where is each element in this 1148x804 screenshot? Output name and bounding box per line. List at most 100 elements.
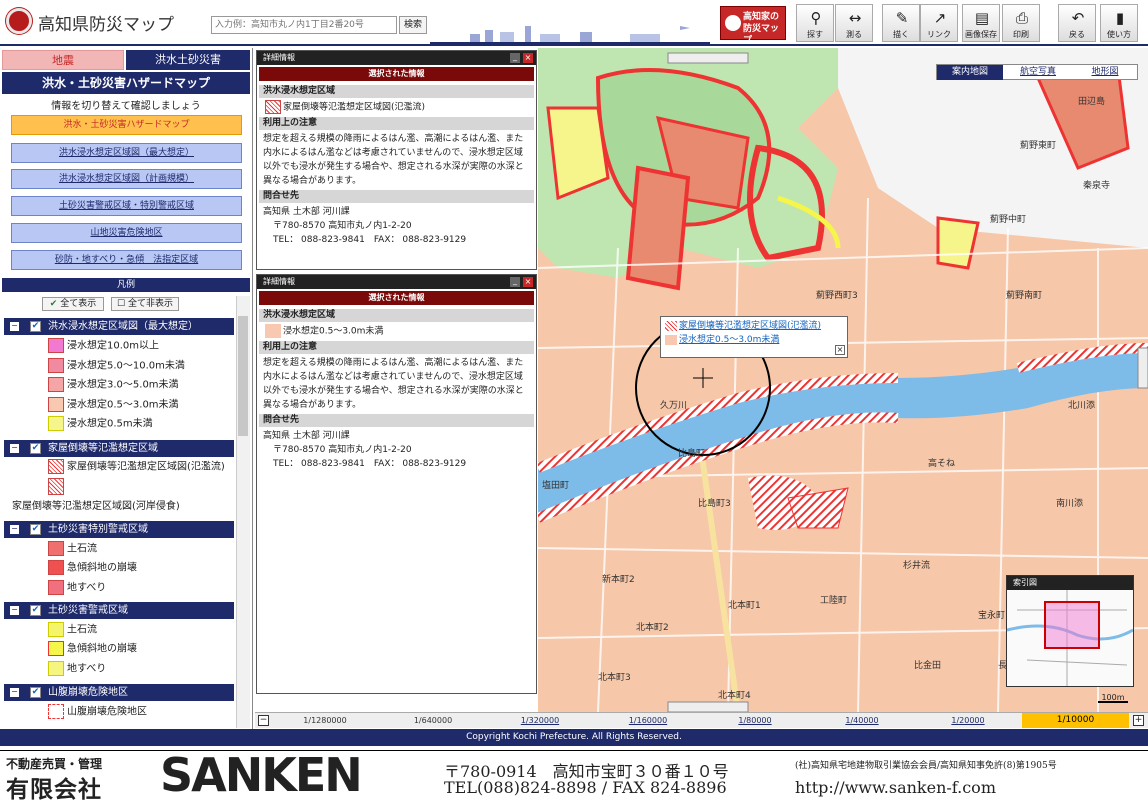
close-icon[interactable]: × [523, 53, 533, 63]
layer-button-erosion-control[interactable]: 砂防・地すべり・急傾 法指定区域 [11, 250, 242, 270]
link-icon: ↗ [933, 9, 947, 27]
selected-info-bar: 選択された情報 [259, 291, 534, 305]
tool-search-button[interactable]: ⚲ 探す [796, 4, 834, 42]
popup-link-flood-depth[interactable]: 浸水想定0.5〜3.0m未満 [679, 335, 779, 345]
checkbox-icon[interactable]: ✔ [30, 443, 41, 454]
minimize-icon[interactable]: _ [510, 53, 520, 63]
checkbox-icon[interactable]: ✔ [30, 524, 41, 535]
uncheck-icon: ☐ [117, 299, 126, 309]
draw-icon: ✎ [895, 9, 909, 27]
banner-phone: TEL(088)824-8898 / FAX 824-8896 [444, 778, 727, 797]
close-icon[interactable]: × [523, 277, 533, 287]
tool-save-image-button[interactable]: ▤ 画像保存 [962, 4, 1000, 42]
zoom-level[interactable]: 1/160000 [608, 713, 688, 728]
checkbox-icon[interactable]: ✔ [30, 605, 41, 616]
legend-item: 土石流 [48, 541, 97, 557]
swatch [48, 641, 64, 656]
hide-all-button[interactable]: ☐ 全て非表示 [111, 297, 179, 311]
legend-scroll-thumb[interactable] [238, 316, 248, 436]
map-label: 薊野中町 [990, 215, 1027, 225]
tab-guide-map[interactable]: 案内地図 [937, 65, 1003, 80]
map-label: 久万川 [660, 401, 688, 411]
contact-phone: TEL： 088-823-9841 FAX： 088-823-9129 [273, 234, 467, 245]
layer-button-sediment-zone[interactable]: 土砂災害警戒区域・特別警戒区域 [11, 196, 242, 216]
legend-item: 家屋倒壊等氾濫想定区域図(氾濫流) [48, 459, 225, 475]
zoom-level[interactable]: 1/1280000 [285, 713, 365, 728]
layer-button-flood-plan[interactable]: 洪水浸水想定区域図（計画規模） [11, 169, 242, 189]
banner-url: http://www.sanken-f.com [795, 778, 996, 797]
checkbox-icon[interactable]: ✔ [30, 321, 41, 332]
back-icon: ↶ [1071, 9, 1085, 27]
hatched-swatch [265, 100, 281, 114]
address-search-input[interactable] [211, 16, 397, 34]
check-icon: ✔ [49, 299, 58, 309]
section-heading: 問合せ先 [259, 413, 534, 427]
zoom-in-button[interactable]: + [1133, 715, 1144, 726]
tool-measure-button[interactable]: ↔ 測る [835, 4, 873, 42]
swatch [48, 661, 64, 676]
collapse-icon[interactable]: − [10, 444, 19, 453]
zoom-level[interactable]: 1/80000 [715, 713, 795, 728]
legend-item: 急傾斜地の崩壊 [48, 560, 137, 576]
map-label: 比金田 [914, 661, 942, 671]
tool-help-button[interactable]: ▮ 使い方 [1100, 4, 1138, 42]
popup-link-house-collapse[interactable]: 家屋倒壊等氾濫想定区域図(氾濫流) [679, 321, 821, 331]
contact-dept: 高知県 土木部 河川課 [263, 430, 350, 441]
map-label: 秦泉寺 [1083, 181, 1111, 191]
overview-map[interactable]: 索引図 [1006, 575, 1134, 687]
legend-group-sediment-special[interactable]: − ✔ 土砂災害特別警戒区域 [4, 521, 234, 538]
legend-item: 急傾斜地の崩壊 [48, 641, 137, 657]
legend-item: 地すべり [48, 661, 106, 677]
kochi-disaster-map-button[interactable]: 高知家の 防災マップ [720, 6, 786, 46]
layer-button-hazard-map[interactable]: 洪水・土砂災害ハザードマップ [11, 115, 242, 135]
ruler-icon: ↔ [848, 9, 862, 27]
collapse-icon[interactable]: − [10, 322, 19, 331]
show-all-button[interactable]: ✔ 全て表示 [42, 297, 104, 311]
map-popup: 家屋倒壊等氾濫想定区域図(氾濫流) 浸水想定0.5〜3.0m未満 × [660, 316, 848, 358]
legend-header: 凡例 [2, 278, 250, 292]
map-label: 南川添 [1056, 499, 1084, 509]
panel-header: 詳細情報 _ × [257, 51, 536, 65]
zoom-level[interactable]: 1/20000 [928, 713, 1008, 728]
collapse-icon[interactable]: − [10, 525, 19, 534]
legend-group-sediment-warning[interactable]: − ✔ 土砂災害警戒区域 [4, 602, 234, 619]
popup-close-icon[interactable]: × [835, 345, 845, 355]
zoom-level[interactable]: 1/40000 [822, 713, 902, 728]
zoom-bar: − 1/1280000 1/640000 1/320000 1/160000 1… [255, 712, 1148, 728]
minimize-icon[interactable]: _ [510, 277, 520, 287]
layer-button-mountain-danger[interactable]: 山地災害危険地区 [11, 223, 242, 243]
tab-terrain-map[interactable]: 地形図 [1073, 65, 1137, 80]
tab-earthquake[interactable]: 地震 [2, 50, 124, 70]
tab-aerial-photo[interactable]: 航空写真 [1005, 65, 1071, 80]
checkbox-icon[interactable]: ✔ [30, 687, 41, 698]
search-button[interactable]: 検索 [399, 16, 427, 34]
map-label: 比島町 [678, 449, 706, 459]
legend-group-mountain-slope[interactable]: − ✔ 山腹崩壊危険地区 [4, 684, 234, 701]
section-heading: 利用上の注意 [259, 340, 534, 354]
left-panel: 地震 洪水土砂災害 洪水・土砂災害ハザードマップ 情報を切り替えて確認しましょう… [0, 48, 253, 730]
map-mode-tabs: 案内地図 航空写真 地形図 [936, 64, 1138, 80]
zoom-level[interactable]: 1/640000 [393, 713, 473, 728]
tool-back-button[interactable]: ↶ 戻る [1058, 4, 1096, 42]
collapse-icon[interactable]: − [10, 606, 19, 615]
collapse-icon[interactable]: − [10, 688, 19, 697]
zoom-level[interactable]: 1/320000 [500, 713, 580, 728]
legend-group-flood-max[interactable]: − ✔ 洪水浸水想定区域図（最大想定） [4, 318, 234, 335]
map-label: 北本町1 [728, 601, 761, 611]
map-label: 杉井流 [903, 561, 931, 571]
overview-canvas[interactable] [1006, 590, 1134, 686]
swatch [48, 580, 64, 595]
section-heading: 問合せ先 [259, 189, 534, 203]
legend-item: 浸水想定10.0m以上 [48, 338, 159, 354]
tool-draw-button[interactable]: ✎ 描く [882, 4, 920, 42]
copyright-bar: Copyright Kochi Prefecture. All Rights R… [0, 729, 1148, 746]
map-label: 薊野南町 [1006, 291, 1043, 301]
skyline-decoration [430, 26, 710, 44]
tab-flood-landslide[interactable]: 洪水土砂災害 [126, 50, 250, 70]
zoom-out-button[interactable]: − [258, 715, 269, 726]
tool-link-button[interactable]: ↗ リンク [920, 4, 958, 42]
layer-button-flood-max[interactable]: 洪水浸水想定区域図（最大想定） [11, 143, 242, 163]
legend-group-house-collapse[interactable]: − ✔ 家屋倒壊等氾濫想定区域 [4, 440, 234, 457]
legend-item: 山腹崩壊危険地区 [48, 704, 147, 720]
tool-print-button[interactable]: ⎙ 印刷 [1002, 4, 1040, 42]
